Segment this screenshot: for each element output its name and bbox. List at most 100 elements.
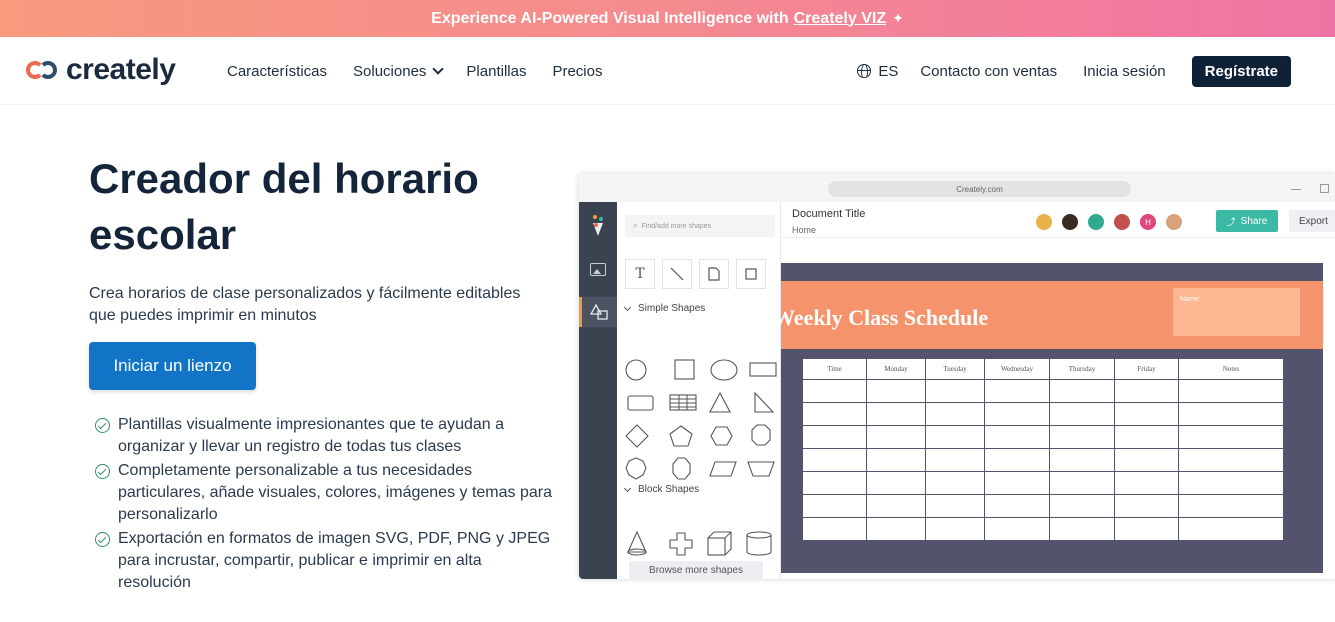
schedule-table: Time Monday Tuesday Wednesday Thursday F…	[802, 358, 1284, 541]
avatar[interactable]	[1087, 213, 1105, 231]
table-row	[803, 403, 1283, 425]
schedule-template[interactable]: Weekly Class Schedule Name: Time Monday …	[773, 263, 1323, 573]
note-icon	[708, 267, 720, 281]
language-label: ES	[878, 62, 899, 80]
decagon-shape[interactable]	[663, 452, 703, 485]
cone-shape[interactable]	[623, 528, 663, 561]
column-header: Notes	[1179, 359, 1283, 379]
table-shape[interactable]	[663, 386, 703, 419]
heptagon-shape[interactable]	[623, 452, 663, 485]
simple-shapes-label: Simple Shapes	[638, 303, 706, 314]
column-header: Friday	[1115, 359, 1178, 379]
note-tool[interactable]	[699, 259, 729, 289]
browse-more-shapes-button[interactable]: Browse more shapes	[629, 561, 763, 579]
avatar[interactable]	[1165, 213, 1183, 231]
breadcrumb[interactable]: Home	[792, 225, 816, 235]
chevron-down-icon	[432, 63, 445, 75]
square-shape[interactable]	[663, 353, 703, 386]
block-shapes-header[interactable]: Block Shapes	[623, 484, 699, 495]
window-titlebar: Creately.com	[579, 174, 1335, 202]
share-label: Share	[1240, 215, 1268, 227]
cross-shape[interactable]	[663, 528, 703, 561]
cube-shape[interactable]	[703, 528, 743, 561]
column-header: Time	[803, 359, 866, 379]
feature-text: Completamente personalizable a tus neces…	[118, 462, 552, 523]
page-title: Creador del horario escolar	[89, 155, 479, 258]
feature-list: Plantillas visualmente impresionantes qu…	[95, 414, 555, 596]
top-nav: creately Características Soluciones Plan…	[0, 37, 1335, 105]
start-canvas-button[interactable]: Iniciar un lienzo	[89, 342, 256, 390]
shapes-panel: ⌕ Find/add more shapes T Simple Shapes B…	[617, 202, 781, 579]
table-row	[803, 426, 1283, 448]
avatar[interactable]	[1061, 213, 1079, 231]
square-icon	[745, 268, 757, 280]
contact-sales-link[interactable]: Contacto con ventas	[920, 63, 1057, 80]
shape-search-placeholder: Find/add more shapes	[641, 222, 712, 230]
column-header: Thursday	[1050, 359, 1114, 379]
globe-icon	[857, 64, 872, 78]
document-title[interactable]: Document Title	[792, 208, 865, 220]
language-selector[interactable]: ES	[857, 63, 898, 80]
feature-text: Exportación en formatos de imagen SVG, P…	[118, 530, 551, 591]
logo-text: creately	[66, 53, 176, 86]
diamond-shape[interactable]	[623, 419, 663, 452]
column-header: Wednesday	[985, 359, 1049, 379]
avatar[interactable]	[1113, 213, 1131, 231]
schedule-header: Weekly Class Schedule Name:	[773, 281, 1323, 349]
register-button[interactable]: Regístrate	[1191, 55, 1291, 87]
feature-text: Plantillas visualmente impresionantes qu…	[118, 416, 505, 455]
right-triangle-shape[interactable]	[743, 386, 783, 419]
check-circle-icon	[95, 418, 110, 433]
login-link[interactable]: Inicia sesión	[1083, 63, 1166, 80]
pentagon-shape[interactable]	[663, 419, 703, 452]
nav-caracteristicas[interactable]: Características	[227, 63, 327, 80]
list-item: Exportación en formatos de imagen SVG, P…	[95, 528, 555, 594]
parallelogram-shape[interactable]	[703, 452, 743, 485]
hexagon-shape[interactable]	[703, 419, 743, 452]
check-circle-icon	[95, 532, 110, 547]
column-header: Monday	[867, 359, 925, 379]
shape-search-input[interactable]: ⌕ Find/add more shapes	[625, 215, 775, 237]
logo-icon	[26, 59, 60, 81]
maximize-icon	[1320, 184, 1329, 193]
app-preview: Creately.com ⌕ Find/add more shapes T Si…	[579, 174, 1335, 579]
collaborator-avatars: H	[1035, 213, 1191, 231]
ellipse-shape[interactable]	[703, 353, 743, 386]
share-icon: ⤴	[1226, 216, 1236, 227]
list-item: Completamente personalizable a tus neces…	[95, 460, 555, 526]
sparkle-icon: ✦	[892, 10, 904, 26]
line-tool[interactable]	[662, 259, 692, 289]
avatar[interactable]: H	[1139, 213, 1157, 231]
promo-link[interactable]: Creately VIZ	[794, 10, 886, 28]
share-button[interactable]: ⤴ Share	[1216, 210, 1278, 232]
simple-shapes-header[interactable]: Simple Shapes	[623, 303, 706, 314]
rectangle-shape[interactable]	[743, 353, 783, 386]
diagram-canvas[interactable]: Weekly Class Schedule Name: Time Monday …	[773, 238, 1335, 579]
nav-soluciones[interactable]: Soluciones	[353, 62, 445, 80]
nav-soluciones-label: Soluciones	[353, 62, 427, 80]
nav-precios[interactable]: Precios	[552, 63, 602, 80]
left-toolbar	[579, 202, 617, 579]
trapezoid-shape[interactable]	[743, 452, 783, 485]
cylinder-shape[interactable]	[743, 528, 783, 561]
table-row	[803, 518, 1283, 540]
app-logo-icon	[593, 215, 603, 236]
promo-text: Experience AI-Powered Visual Intelligenc…	[431, 9, 789, 27]
avatar[interactable]	[1035, 213, 1053, 231]
rounded-rect-shape[interactable]	[623, 386, 663, 419]
text-tool[interactable]: T	[625, 259, 655, 289]
column-header: Tuesday	[926, 359, 984, 379]
circle-shape[interactable]	[623, 353, 663, 386]
schedule-title[interactable]: Weekly Class Schedule	[773, 305, 988, 331]
nav-plantillas[interactable]: Plantillas	[466, 63, 526, 80]
table-row	[803, 380, 1283, 402]
shapes-icon	[589, 304, 608, 320]
logo[interactable]: creately	[26, 53, 176, 86]
export-button[interactable]: Export	[1289, 210, 1335, 232]
shapes-tool[interactable]	[579, 297, 617, 327]
name-field[interactable]: Name:	[1173, 288, 1300, 336]
triangle-shape[interactable]	[703, 386, 743, 419]
images-tool[interactable]	[579, 254, 617, 284]
octagon-shape[interactable]	[743, 419, 783, 452]
rectangle-tool[interactable]	[736, 259, 766, 289]
